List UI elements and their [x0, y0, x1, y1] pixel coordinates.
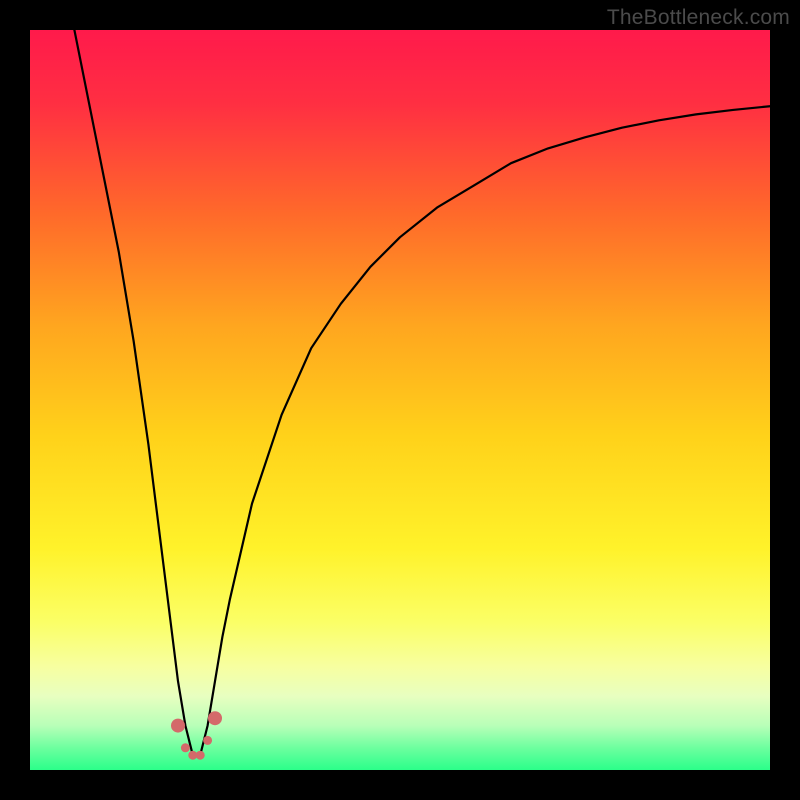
- chart-svg: [30, 30, 770, 770]
- marker-dot: [196, 751, 205, 760]
- marker-dot: [171, 719, 185, 733]
- plot-area: [30, 30, 770, 770]
- marker-dot: [203, 736, 212, 745]
- marker-dot: [181, 743, 190, 752]
- marker-dot: [208, 711, 222, 725]
- chart-frame: TheBottleneck.com: [0, 0, 800, 800]
- watermark-text: TheBottleneck.com: [607, 6, 790, 30]
